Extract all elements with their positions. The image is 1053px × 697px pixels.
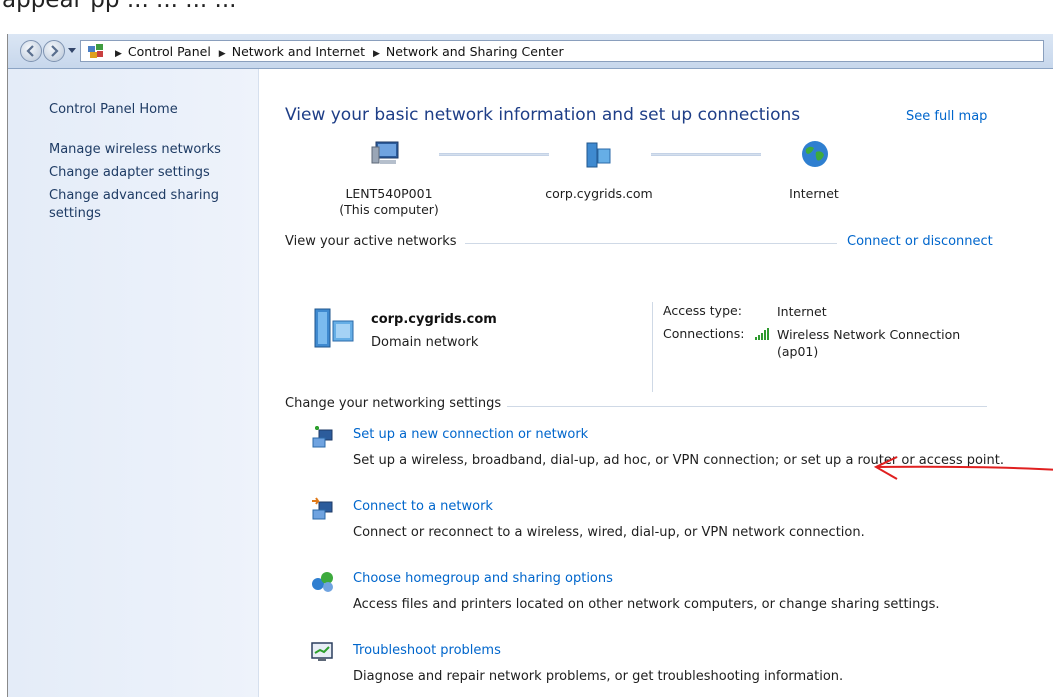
- connect-or-disconnect-link[interactable]: Connect or disconnect: [847, 234, 993, 249]
- connect-network-icon: [312, 497, 333, 520]
- breadcrumb-separator-icon[interactable]: ▶: [373, 49, 380, 59]
- internet-globe-icon[interactable]: [800, 139, 830, 169]
- forward-button[interactable]: [43, 40, 65, 62]
- section-divider: [465, 243, 837, 244]
- vertical-divider: [652, 302, 653, 392]
- access-type-value: Internet: [777, 304, 827, 319]
- computer-name: LENT540P001: [345, 186, 433, 201]
- section-divider: [507, 406, 987, 407]
- sidebar: Control Panel Home Manage wireless netwo…: [8, 69, 259, 697]
- computer-icon[interactable]: [370, 139, 402, 169]
- connect-to-network-link[interactable]: Connect to a network: [353, 499, 493, 514]
- breadcrumb-separator-icon[interactable]: ▶: [115, 49, 122, 59]
- address-toolbar: ▶ Control Panel ▶ Network and Internet ▶ Ne…: [8, 34, 1053, 69]
- breadcrumb-network-sharing-center[interactable]: Network and Sharing Center: [386, 44, 564, 59]
- forward-arrow-icon: [51, 45, 59, 57]
- wireless-connection-ssid[interactable]: (ap01): [777, 343, 960, 360]
- breadcrumb-control-panel[interactable]: Control Panel: [128, 44, 211, 59]
- overlay-text-strip: appear pp ... ... ... ...: [0, 0, 1053, 30]
- computer-sub: (This computer): [339, 202, 439, 217]
- address-field[interactable]: ▶ Control Panel ▶ Network and Internet ▶ Ne…: [80, 40, 1044, 62]
- homegroup-sharing-link[interactable]: Choose homegroup and sharing options: [353, 571, 613, 586]
- set-up-connection-link[interactable]: Set up a new connection or network: [353, 427, 588, 442]
- page-title: View your basic network information and …: [285, 105, 801, 125]
- internet-label: Internet: [789, 186, 839, 201]
- back-button[interactable]: [20, 40, 42, 62]
- access-type-label: Access type:: [663, 303, 742, 318]
- domain-network-icon[interactable]: [584, 141, 614, 169]
- computer-label: LENT540P001 (This computer): [319, 186, 459, 218]
- wireless-connection-name[interactable]: Wireless Network Connection: [777, 326, 960, 343]
- change-settings-heading: Change your networking settings: [285, 396, 502, 411]
- domain-network-large-icon: [314, 308, 354, 348]
- sidebar-item-adapter-settings[interactable]: Change adapter settings: [49, 164, 210, 182]
- troubleshoot-link[interactable]: Troubleshoot problems: [353, 643, 501, 658]
- sidebar-item-control-panel-home[interactable]: Control Panel Home: [49, 101, 178, 119]
- annotation-arrow-icon: [873, 456, 1053, 480]
- wireless-connection-link[interactable]: Wireless Network Connection (ap01): [777, 326, 960, 360]
- breadcrumb-network-internet[interactable]: Network and Internet: [232, 44, 365, 59]
- breadcrumb-separator-icon[interactable]: ▶: [219, 49, 226, 59]
- active-network-type[interactable]: Domain network: [371, 335, 478, 350]
- connections-label: Connections:: [663, 326, 745, 341]
- explorer-window: ▶ Control Panel ▶ Network and Internet ▶ Ne…: [7, 34, 1053, 697]
- active-network-name: corp.cygrids.com: [371, 312, 497, 327]
- homegroup-sharing-desc: Access files and printers located on oth…: [353, 597, 940, 612]
- main-content: View your basic network information and …: [259, 69, 1053, 697]
- troubleshoot-icon: [311, 642, 333, 661]
- connect-to-network-desc: Connect or reconnect to a wireless, wire…: [353, 525, 865, 540]
- control-panel-icon: [88, 44, 103, 58]
- overlay-text: appear pp ... ... ... ...: [2, 0, 237, 13]
- new-connection-icon: [312, 426, 333, 448]
- domain-label: corp.cygrids.com: [545, 186, 653, 201]
- map-connector-line: [439, 153, 549, 156]
- wireless-signal-icon: [755, 328, 769, 340]
- map-connector-line: [651, 153, 761, 156]
- active-networks-heading: View your active networks: [285, 234, 457, 249]
- see-full-map-link[interactable]: See full map: [906, 109, 987, 124]
- back-arrow-icon: [26, 45, 34, 57]
- sidebar-item-manage-wireless[interactable]: Manage wireless networks: [49, 141, 221, 159]
- homegroup-icon: [312, 572, 333, 592]
- recent-pages-dropdown-icon[interactable]: [68, 48, 76, 54]
- troubleshoot-desc: Diagnose and repair network problems, or…: [353, 669, 844, 684]
- breadcrumb: ▶ Control Panel ▶ Network and Internet ▶ Ne…: [111, 44, 564, 59]
- sidebar-item-advanced-sharing[interactable]: Change advanced sharing settings: [49, 187, 239, 223]
